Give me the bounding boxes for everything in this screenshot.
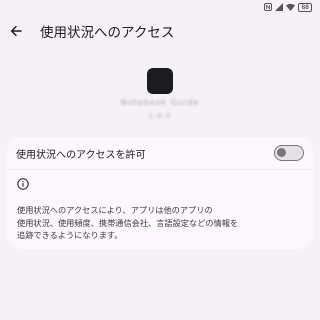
usage-access-toggle-row[interactable]: 使用状況へのアクセスを許可 — [7, 137, 313, 169]
arrow-back-icon — [10, 25, 22, 37]
switch-knob — [277, 148, 286, 157]
info-icon — [17, 178, 29, 190]
usage-access-switch[interactable] — [274, 145, 304, 161]
usage-access-label: 使用状況へのアクセスを許可 — [16, 149, 146, 161]
settings-card: 使用状況へのアクセスを許可 使用状況へのアクセスにより、アプリは他のアプリの 使… — [7, 137, 313, 249]
battery-icon: 88 — [298, 2, 312, 12]
signal-icon — [275, 3, 284, 11]
divider — [7, 169, 313, 170]
nfc-icon — [264, 3, 273, 11]
top-app-bar: 使用状況へのアクセス — [0, 14, 320, 48]
back-button[interactable] — [2, 17, 30, 45]
wifi-icon — [286, 3, 296, 11]
app-icon — [147, 68, 173, 94]
page-title: 使用状況へのアクセス — [40, 25, 175, 41]
status-bar: 88 — [264, 0, 312, 14]
app-version: 1.0.0 — [148, 112, 172, 120]
info-description: 使用状況へのアクセスにより、アプリは他のアプリの 使用状況、使用頻度、携帯通信会… — [17, 205, 239, 240]
app-name: Notebook Guide — [120, 98, 200, 107]
